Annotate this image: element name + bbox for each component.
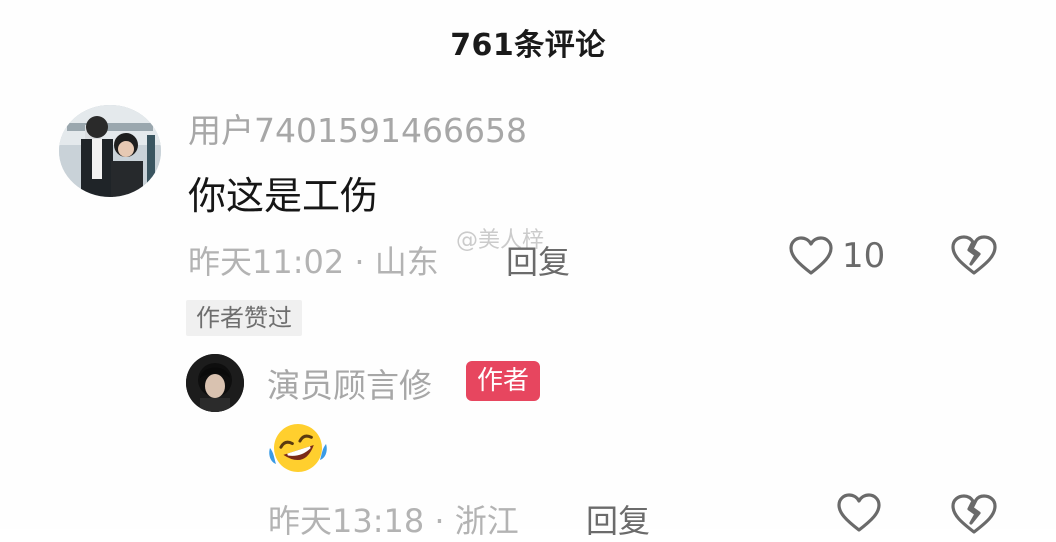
comment-text: 你这是工伤 [188,174,379,218]
comments-page: 761条评论 用户7401591466658 你这是工伤 昨天11:02 · 山… [0,0,1056,540]
user-avatar-photo [59,105,161,197]
heart-icon[interactable] [788,236,834,276]
reply-button[interactable]: 回复 [506,237,570,283]
comment-meta: 昨天11:02 · 山东 [188,243,439,281]
like-count: 10 [842,236,886,276]
author-avatar-photo [186,354,244,412]
reply-reply-button[interactable]: 回复 [586,496,650,542]
user-avatar[interactable] [59,105,161,197]
reply-heart-icon[interactable] [836,493,882,533]
broken-heart-icon[interactable] [950,234,998,276]
author-badge: 作者 [466,361,541,401]
author-liked-tag: 作者赞过 [186,300,302,336]
laughing-crying-emoji-icon [269,424,327,472]
comment-username[interactable]: 用户7401591466658 [188,104,527,152]
reply-meta: 昨天13:18 · 浙江 [268,502,519,540]
comments-title: 761条评论 [450,28,606,63]
author-avatar[interactable] [186,354,244,412]
reply-username[interactable]: 演员顾言修 [267,359,432,407]
